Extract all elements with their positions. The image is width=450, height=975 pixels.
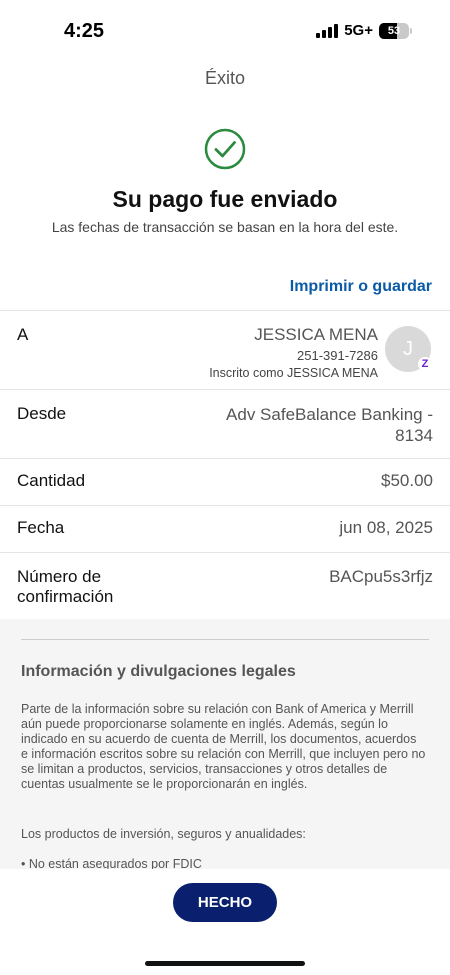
- amount-value: $50.00: [381, 471, 433, 490]
- from-account-line2: 8134: [395, 426, 433, 445]
- recipient-phone: 251-391-7286: [297, 348, 378, 363]
- print-or-save-link[interactable]: Imprimir o guardar: [290, 278, 432, 296]
- recipient-name: JESSICA MENA: [254, 325, 378, 344]
- confirmation-number: BACpu5s3rfjz: [329, 567, 433, 586]
- battery-level: 53: [387, 24, 401, 37]
- detail-row-date: Fecha jun 08, 2025: [0, 506, 450, 553]
- detail-row-from: Desde Adv SafeBalance Banking - 8134: [0, 390, 450, 459]
- check-circle-icon: [204, 128, 246, 170]
- network-type: 5G+: [344, 22, 373, 39]
- detail-row-confirmation: Número de confirmación BACpu5s3rfjz: [0, 553, 450, 621]
- battery-nub: [410, 27, 412, 34]
- divider: [21, 639, 429, 640]
- success-heading: Su pago fue enviado: [112, 186, 338, 212]
- to-label: A: [17, 325, 29, 344]
- amount-label: Cantidad: [17, 471, 86, 490]
- status-bar: 4:25 5G+ 53: [0, 0, 450, 60]
- legal-title: Información y divulgaciones legales: [21, 663, 296, 680]
- from-account: Adv SafeBalance Banking - 8134: [226, 404, 433, 446]
- recipient-enrolled-as: Inscrito como JESSICA MENA: [209, 366, 378, 380]
- legal-disclosures-section[interactable]: Información y divulgaciones legales Part…: [0, 619, 450, 869]
- zelle-badge-icon: Z: [418, 357, 432, 371]
- detail-row-amount: Cantidad $50.00: [0, 459, 450, 506]
- from-account-line1: Adv SafeBalance Banking -: [226, 405, 433, 424]
- avatar-initial: J: [403, 337, 413, 360]
- legal-paragraph: Los productos de inversión, seguros y an…: [21, 827, 306, 841]
- success-subheading: Las fechas de transacción se basan en la…: [51, 219, 399, 235]
- signal-icon: [316, 23, 339, 38]
- confirmation-label-line1: Número de: [17, 567, 102, 586]
- confirmation-label-line2: confirmación: [17, 587, 114, 606]
- battery-icon: 53: [379, 22, 409, 39]
- detail-row-to: A JESSICA MENA 251-391-7286 Inscrito com…: [0, 311, 450, 390]
- page-title: Éxito: [204, 68, 246, 88]
- confirmation-label: Número de confirmación: [17, 567, 113, 607]
- recipient-info: JESSICA MENA 251-391-7286 Inscrito como …: [209, 325, 378, 380]
- status-indicators: 5G+ 53: [316, 22, 412, 39]
- zelle-badge-letter: Z: [421, 358, 429, 370]
- date-label: Fecha: [17, 518, 65, 537]
- date-value: jun 08, 2025: [339, 518, 433, 537]
- legal-bullet: • No están asegurados por FDIC: [21, 857, 202, 869]
- status-time: 4:25: [64, 20, 105, 42]
- from-label: Desde: [17, 404, 67, 423]
- payment-details: A JESSICA MENA 251-391-7286 Inscrito com…: [0, 310, 450, 621]
- home-indicator[interactable]: [145, 961, 305, 966]
- legal-paragraph: Parte de la información sobre su relació…: [21, 702, 426, 791]
- done-button[interactable]: HECHO: [173, 883, 277, 922]
